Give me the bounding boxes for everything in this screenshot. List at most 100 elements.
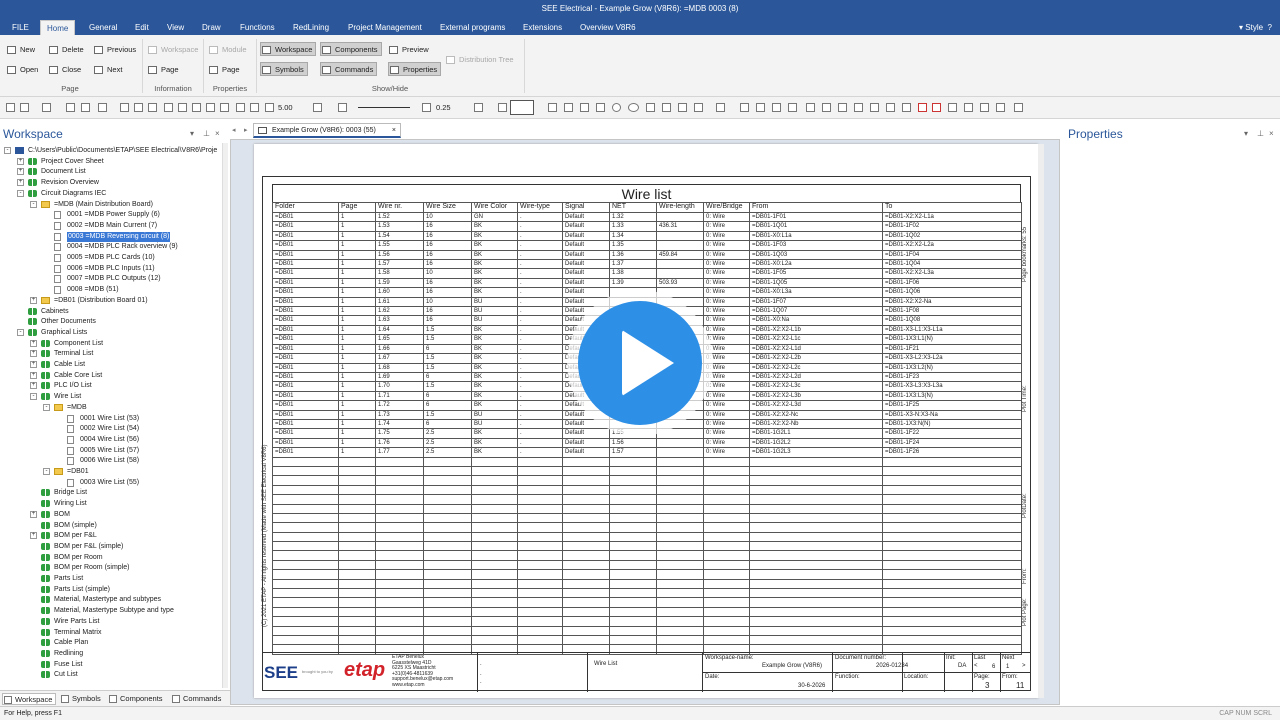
zoom-window-icon[interactable] xyxy=(250,103,259,112)
tree-item[interactable]: Wire Parts List xyxy=(0,617,222,627)
show-components-toggle[interactable]: Components xyxy=(320,42,382,56)
zoom-in-icon[interactable] xyxy=(206,103,215,112)
menu-view[interactable]: View xyxy=(161,20,190,35)
info-workspace-button[interactable]: Workspace xyxy=(147,43,198,57)
select-icon[interactable] xyxy=(548,103,557,112)
panel-menu-icon[interactable]: ▾ xyxy=(190,129,194,138)
text-tool-icon[interactable] xyxy=(678,103,687,112)
color-swatch[interactable] xyxy=(510,100,534,115)
expand-icon[interactable]: + xyxy=(17,168,24,176)
explode-icon[interactable] xyxy=(996,103,1005,112)
show-properties-toggle[interactable]: Properties xyxy=(388,62,442,76)
show-commands-toggle[interactable]: Commands xyxy=(320,62,378,76)
canvas-scrollbar[interactable] xyxy=(1038,144,1044,698)
tree-item[interactable]: 0005 =MDB PLC Cards (10) xyxy=(0,253,222,263)
tree-item[interactable]: Other Documents xyxy=(0,317,222,327)
close-panel-icon[interactable]: × xyxy=(1269,129,1274,138)
rotate-icon[interactable] xyxy=(694,103,703,112)
copy-icon[interactable] xyxy=(120,103,129,112)
tree-item[interactable]: + BOM per F&L xyxy=(0,531,222,541)
prop-page-button[interactable]: Page xyxy=(208,63,240,77)
distribution-tree-button[interactable]: Distribution Tree xyxy=(445,53,514,67)
tree-item[interactable]: 0005 Wire List (57) xyxy=(0,446,222,456)
arc-tool-icon[interactable] xyxy=(596,103,605,112)
align-icon[interactable] xyxy=(838,103,847,112)
tree-item[interactable]: - =DB01 xyxy=(0,467,222,477)
expand-icon[interactable]: + xyxy=(30,350,37,358)
expand-icon[interactable]: + xyxy=(30,510,37,518)
menu-extensions[interactable]: Extensions xyxy=(517,20,568,35)
tree-item[interactable]: Parts List (simple) xyxy=(0,585,222,595)
style-menu[interactable]: ▾ Style ? xyxy=(1239,20,1272,35)
tree-item[interactable]: - Graphical Lists xyxy=(0,328,222,338)
tree-item[interactable]: BOM per F&L (simple) xyxy=(0,542,222,552)
polyline-tool-icon[interactable] xyxy=(662,103,671,112)
workspace-tree[interactable]: - C:\Users\Public\Documents\ETAP\SEE Elec… xyxy=(0,143,222,688)
tree-item[interactable]: - =MDB xyxy=(0,403,222,413)
tree-scrollbar[interactable] xyxy=(222,143,228,688)
trim-icon[interactable] xyxy=(740,103,749,112)
previous-button[interactable]: Previous xyxy=(93,43,136,57)
preview-button[interactable]: Preview xyxy=(388,43,429,57)
collapse-icon[interactable]: - xyxy=(17,189,24,197)
expand-icon[interactable]: + xyxy=(30,382,37,390)
tree-item[interactable]: + Cable Core List xyxy=(0,371,222,381)
tree-item[interactable]: Wiring List xyxy=(0,499,222,509)
tree-item[interactable]: 0003 =MDB Reversing circuit (8) xyxy=(0,231,222,242)
menu-overview[interactable]: Overview V8R6 xyxy=(574,20,642,35)
menu-edit[interactable]: Edit xyxy=(129,20,155,35)
zoom-out-icon[interactable] xyxy=(220,103,229,112)
next-button[interactable]: Next xyxy=(93,63,122,77)
expand-icon[interactable]: + xyxy=(30,361,37,368)
erase-icon[interactable] xyxy=(902,103,911,112)
new-file-icon[interactable] xyxy=(6,103,15,112)
rectangle-tool-icon[interactable] xyxy=(580,103,589,112)
expand-icon[interactable]: + xyxy=(30,371,37,379)
new-button[interactable]: New xyxy=(6,43,35,57)
paste-icon[interactable] xyxy=(148,103,157,112)
tree-item[interactable]: 0001 =MDB Power Supply (6) xyxy=(0,210,222,220)
tree-item[interactable]: Material, Mastertype and subtypes xyxy=(0,595,222,605)
collapse-icon[interactable]: - xyxy=(17,328,24,336)
menu-file[interactable]: FILE xyxy=(6,20,35,35)
tree-item[interactable]: BOM per Room xyxy=(0,553,222,563)
zoom-value[interactable]: 5.00 xyxy=(278,103,293,112)
tree-item[interactable]: - =MDB (Main Distribution Board) xyxy=(0,200,222,210)
show-symbols-toggle[interactable]: Symbols xyxy=(260,62,308,76)
tree-item[interactable]: Parts List xyxy=(0,574,222,584)
group-icon[interactable] xyxy=(870,103,879,112)
tree-item[interactable]: + Terminal List xyxy=(0,349,222,359)
cut-icon[interactable] xyxy=(134,103,143,112)
menu-external-programs[interactable]: External programs xyxy=(434,20,511,35)
last-arrow-icon[interactable]: < xyxy=(974,663,978,669)
tree-item[interactable]: + Document List xyxy=(0,167,222,177)
tree-item[interactable]: 0002 =MDB Main Current (7) xyxy=(0,221,222,231)
fillet-icon[interactable] xyxy=(788,103,797,112)
show-workspace-toggle[interactable]: Workspace xyxy=(260,42,317,56)
close-panel-icon[interactable]: × xyxy=(215,129,220,138)
prop-module-button[interactable]: Module xyxy=(208,43,247,57)
tab-scroll-right-icon[interactable]: ▸ xyxy=(244,126,248,134)
info-page-button[interactable]: Page xyxy=(147,63,179,77)
properties-icon[interactable] xyxy=(1014,103,1023,112)
menu-functions[interactable]: Functions xyxy=(234,20,281,35)
line-width-icon[interactable] xyxy=(422,103,431,112)
tab-workspace[interactable]: Workspace xyxy=(2,693,56,705)
undo-icon[interactable] xyxy=(164,103,173,112)
menu-redlining[interactable]: RedLining xyxy=(287,20,335,35)
tab-symbols[interactable]: Symbols xyxy=(60,693,110,705)
tree-item[interactable]: + Revision Overview xyxy=(0,178,222,188)
tree-item[interactable]: Cabinets xyxy=(0,307,222,317)
tree-item[interactable]: + Component List xyxy=(0,339,222,349)
tab-scroll-left-icon[interactable]: ◂ xyxy=(232,126,236,134)
ungroup-icon[interactable] xyxy=(886,103,895,112)
tree-item[interactable]: 0003 Wire List (55) xyxy=(0,478,222,488)
tab-commands[interactable]: Commands xyxy=(171,693,227,705)
redo-icon[interactable] xyxy=(178,103,187,112)
help-icon[interactable]: ? xyxy=(1268,23,1272,32)
menu-draw[interactable]: Draw xyxy=(196,20,227,35)
scale-icon[interactable] xyxy=(948,103,957,112)
delete-button[interactable]: Delete xyxy=(48,43,84,57)
layer-icon[interactable] xyxy=(313,103,322,112)
measure-icon[interactable] xyxy=(822,103,831,112)
